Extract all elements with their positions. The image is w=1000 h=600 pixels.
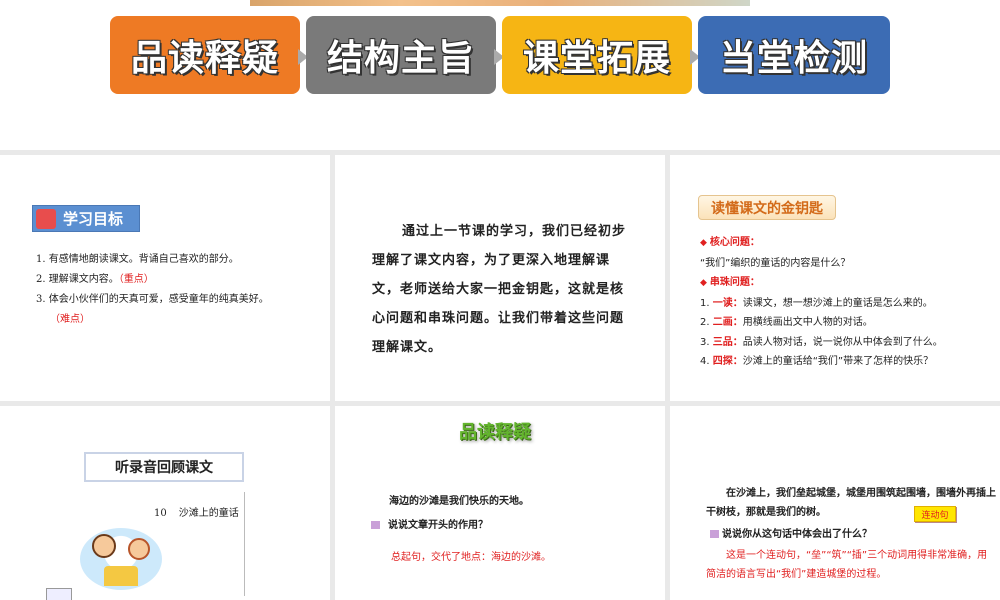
slide-golden-key[interactable]: 读懂课文的金钥匙 ◆ 核心问题： “我们”编织的童话的内容是什么？ ◆ 串珠问题： …: [670, 155, 1000, 401]
lesson-heading: 10 沙滩上的童话: [154, 508, 239, 519]
step-in-class-test[interactable]: 当堂检测: [698, 16, 890, 94]
diamond-icon: ◆: [700, 238, 707, 248]
serial-verb-tag: 连动句: [914, 506, 956, 522]
intro-paragraph: 通过上一节课的学习，我们已经初步理解了课文内容，为了更深入地理解课文，老师送给大…: [372, 224, 627, 355]
banner-photo: [250, 0, 750, 6]
listen-review-title: 听录音回顾课文: [84, 452, 244, 482]
quote-text: 海边的沙滩是我们快乐的天地。: [389, 496, 529, 507]
top-banner: 品读释疑 结构主旨 课堂拓展 当堂检测: [0, 0, 1000, 150]
list-item: 3. 三品：品读人物对话，说一说你从中体会到了什么。: [700, 336, 943, 348]
slide-listen-review[interactable]: 听录音回顾课文 10 沙滩上的童话: [0, 406, 330, 600]
slide-read-explain[interactable]: 品读释疑 海边的沙滩是我们快乐的天地。 说说文章开头的作用？ 总起句，交代了地点…: [335, 406, 665, 600]
bullet-icon: [371, 521, 380, 529]
answer: 这是一个连动句，“垒”“筑”“插”三个动词用得非常准确，用简洁的语言写出“我们”…: [706, 550, 988, 580]
question: 说说你从这句话中体会出了什么？: [710, 525, 872, 540]
step-read-explain[interactable]: 品读释疑: [110, 16, 300, 94]
kid-icon: [92, 534, 116, 558]
list-item: 1. 有感情地朗读课文。背诵自己喜欢的部分。: [36, 254, 239, 265]
list-item: 1. 一读：读课文，想一想沙滩上的童话是怎么来的。: [700, 297, 933, 309]
pen-icon: [36, 209, 56, 229]
answer: 总起句，交代了地点：海边的沙滩。: [391, 552, 551, 563]
list-item: 3. 体会小伙伴们的天真可爱，感受童年的纯真美好。 （难点）: [36, 294, 269, 325]
section-title: 品读释疑: [459, 422, 531, 443]
list-item: 2. 理解课文内容。（重点）: [36, 274, 154, 285]
list-item: 4. 四探：沙滩上的童话给“我们”带来了怎样的快乐？: [700, 356, 934, 367]
bullet-icon: [710, 530, 719, 538]
sandcastle-icon: [104, 566, 138, 586]
kid-icon: [128, 538, 150, 560]
learning-goals-tag: 学习目标: [32, 205, 140, 232]
slide-intro[interactable]: 通过上一节课的学习，我们已经初步理解了课文内容，为了更深入地理解课文，老师送给大…: [335, 155, 665, 401]
audio-player-icon[interactable]: [46, 588, 72, 600]
step-class-extension[interactable]: 课堂拓展: [502, 16, 692, 94]
question: 说说文章开头的作用？: [371, 516, 488, 531]
golden-key-tag: 读懂课文的金钥匙: [698, 195, 836, 220]
slide-learning-goals[interactable]: 学习目标 1. 有感情地朗读课文。背诵自己喜欢的部分。 2. 理解课文内容。（重…: [0, 155, 330, 401]
list-item: 2. 二画：用横线画出文中人物的对话。: [700, 317, 873, 328]
core-question: “我们”编织的童话的内容是什么？: [700, 257, 851, 269]
divider: [244, 492, 245, 596]
goals-list: 1. 有感情地朗读课文。背诵自己喜欢的部分。 2. 理解课文内容。（重点） 3.…: [36, 250, 316, 330]
step-structure-theme[interactable]: 结构主旨: [306, 16, 496, 94]
diamond-icon: ◆: [700, 278, 707, 288]
slide-serial-verb[interactable]: 在沙滩上，我们垒起城堡，城堡用围筑起围墙，围墙外再插上干树枝，那就是我们的树。 …: [670, 406, 1000, 600]
questions-list: ◆ 核心问题： “我们”编织的童话的内容是什么？ ◆ 串珠问题： 1. 一读：读课文…: [700, 233, 1000, 372]
